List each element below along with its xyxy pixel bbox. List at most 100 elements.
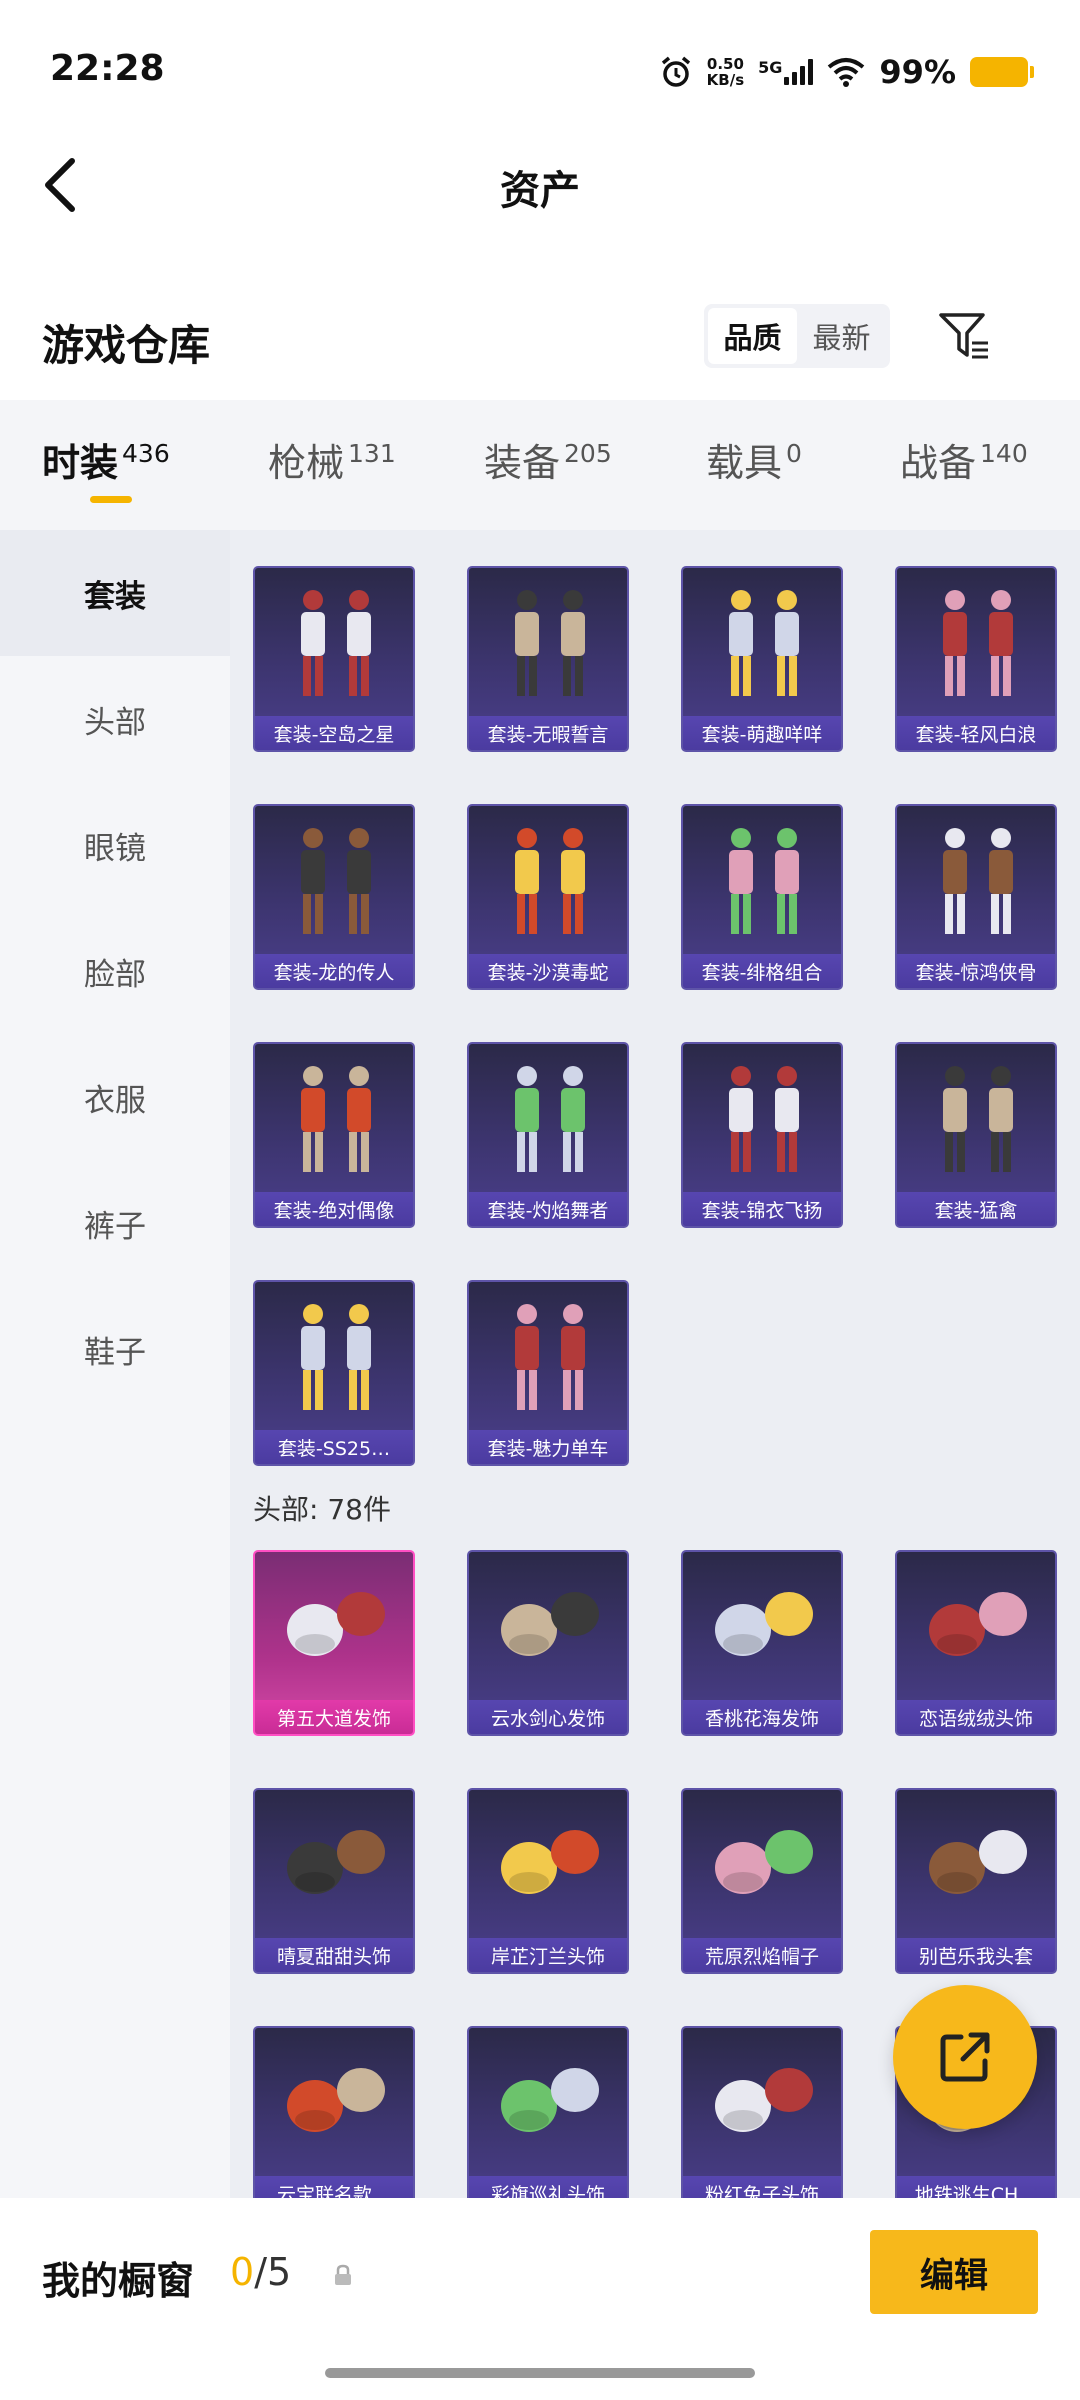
battery-percent: 99% bbox=[879, 53, 956, 91]
set-item-card[interactable]: 套装-魅力单车 bbox=[467, 1280, 629, 1466]
tab-count: 205 bbox=[564, 439, 612, 468]
item-thumbnail bbox=[515, 1304, 585, 1410]
tab-firearms[interactable]: 枪械 131 bbox=[268, 432, 396, 487]
battery-icon bbox=[970, 57, 1034, 87]
sidebar-item-shoes[interactable]: 鞋子 bbox=[0, 1286, 230, 1412]
item-name: 套装-龙的传人 bbox=[255, 954, 413, 988]
sidebar-item-face[interactable]: 脸部 bbox=[0, 908, 230, 1034]
item-thumbnail bbox=[929, 1830, 1027, 1894]
set-item-card[interactable]: 套装-绯格组合 bbox=[681, 804, 843, 990]
section-header: 游戏仓库 品质 最新 bbox=[0, 290, 1080, 390]
bottom-bar: 我的橱窗 0/5 编辑 bbox=[0, 2198, 1080, 2400]
set-item-card[interactable]: 套装-萌趣咩咩 bbox=[681, 566, 843, 752]
head-item-card[interactable]: 岸芷汀兰头饰 bbox=[467, 1788, 629, 1974]
set-item-card[interactable]: 套装-灼焰舞者 bbox=[467, 1042, 629, 1228]
item-name: 云水剑心发饰 bbox=[469, 1700, 627, 1734]
sort-toggle: 品质 最新 bbox=[704, 304, 890, 368]
edit-button[interactable]: 编辑 bbox=[870, 2230, 1038, 2314]
sidebar-item-clothes[interactable]: 衣服 bbox=[0, 1034, 230, 1160]
status-time: 22:28 bbox=[50, 48, 165, 89]
head-item-card[interactable]: 彩旗巡礼头饰 bbox=[467, 2026, 629, 2198]
item-thumbnail bbox=[287, 1592, 385, 1656]
head-item-card[interactable]: 云宝联名款… bbox=[253, 2026, 415, 2198]
sidebar-item-head[interactable]: 头部 bbox=[0, 656, 230, 782]
item-thumbnail bbox=[301, 1304, 371, 1410]
item-thumbnail bbox=[515, 828, 585, 934]
set-item-card[interactable]: 套装-SS25… bbox=[253, 1280, 415, 1466]
tab-supplies[interactable]: 战备 140 bbox=[900, 432, 1028, 487]
item-name: 恋语绒绒头饰 bbox=[897, 1700, 1055, 1734]
alarm-icon bbox=[661, 56, 690, 87]
tab-vehicles[interactable]: 载具 0 bbox=[706, 432, 802, 487]
section-title: 游戏仓库 bbox=[42, 321, 211, 370]
item-name: 套装-锦衣飞扬 bbox=[683, 1192, 841, 1226]
share-button[interactable] bbox=[893, 1985, 1037, 2129]
share-icon bbox=[940, 2032, 990, 2082]
status-bar: 22:28 0.50 KB/s 5G 99% bbox=[0, 0, 1080, 140]
item-name: 套装-空岛之星 bbox=[255, 716, 413, 750]
set-item-card[interactable]: 套装-惊鸿侠骨 bbox=[895, 804, 1057, 990]
filter-button[interactable] bbox=[930, 304, 1000, 368]
item-name: 彩旗巡礼头饰 bbox=[469, 2176, 627, 2198]
sort-quality-button[interactable]: 品质 bbox=[708, 308, 797, 364]
set-item-card[interactable]: 套装-锦衣飞扬 bbox=[681, 1042, 843, 1228]
set-item-card[interactable]: 套装-绝对偶像 bbox=[253, 1042, 415, 1228]
set-item-card[interactable]: 套装-猛禽 bbox=[895, 1042, 1057, 1228]
head-item-card[interactable]: 晴夏甜甜头饰 bbox=[253, 1788, 415, 1974]
tab-count: 436 bbox=[122, 439, 170, 468]
item-name: 云宝联名款… bbox=[255, 2176, 413, 2198]
head-item-card[interactable]: 第五大道发饰 bbox=[253, 1550, 415, 1736]
head-item-card[interactable]: 云水剑心发饰 bbox=[467, 1550, 629, 1736]
item-thumbnail bbox=[515, 590, 585, 696]
active-tab-indicator bbox=[90, 496, 132, 503]
tab-equipment[interactable]: 装备 205 bbox=[484, 432, 612, 487]
item-name: 套装-灼焰舞者 bbox=[469, 1192, 627, 1226]
head-item-card[interactable]: 荒原烈焰帽子 bbox=[681, 1788, 843, 1974]
nav-bar: 资产 bbox=[0, 140, 1080, 240]
head-item-card[interactable]: 恋语绒绒头饰 bbox=[895, 1550, 1057, 1736]
item-thumbnail bbox=[943, 590, 1013, 696]
sidebar: 套装 头部 眼镜 脸部 衣服 裤子 鞋子 bbox=[0, 530, 230, 2198]
head-item-card[interactable]: 粉红兔子头饰 bbox=[681, 2026, 843, 2198]
set-item-card[interactable]: 套装-沙漠毒蛇 bbox=[467, 804, 629, 990]
item-thumbnail bbox=[715, 1830, 813, 1894]
item-thumbnail bbox=[501, 1592, 599, 1656]
network-type: 5G bbox=[758, 58, 783, 77]
net-speed: 0.50 KB/s bbox=[706, 55, 745, 89]
item-name: 套装-沙漠毒蛇 bbox=[469, 954, 627, 988]
showcase-count: 0/5 bbox=[230, 2250, 292, 2294]
item-thumbnail bbox=[301, 590, 371, 696]
home-indicator[interactable] bbox=[325, 2368, 755, 2378]
set-item-card[interactable]: 套装-龙的传人 bbox=[253, 804, 415, 990]
item-name: 套装-SS25… bbox=[255, 1430, 413, 1464]
sidebar-item-glasses[interactable]: 眼镜 bbox=[0, 782, 230, 908]
item-name: 套装-轻风白浪 bbox=[897, 716, 1055, 750]
sidebar-item-pants[interactable]: 裤子 bbox=[0, 1160, 230, 1286]
tab-count: 131 bbox=[348, 439, 396, 468]
tab-count: 140 bbox=[980, 439, 1028, 468]
set-item-card[interactable]: 套装-轻风白浪 bbox=[895, 566, 1057, 752]
tab-fashion[interactable]: 时装 436 bbox=[42, 432, 170, 487]
item-thumbnail bbox=[943, 828, 1013, 934]
item-thumbnail bbox=[729, 590, 799, 696]
set-item-card[interactable]: 套装-空岛之星 bbox=[253, 566, 415, 752]
page-title: 资产 bbox=[500, 168, 580, 214]
item-thumbnail bbox=[715, 1592, 813, 1656]
group-title-head: 头部: 78件 bbox=[253, 1493, 391, 1526]
item-name: 香桃花海发饰 bbox=[683, 1700, 841, 1734]
item-thumbnail bbox=[301, 828, 371, 934]
item-thumbnail bbox=[515, 1066, 585, 1172]
head-item-card[interactable]: 香桃花海发饰 bbox=[681, 1550, 843, 1736]
item-name: 套装-萌趣咩咩 bbox=[683, 716, 841, 750]
set-item-card[interactable]: 套装-无暇誓言 bbox=[467, 566, 629, 752]
item-name: 套装-无暇誓言 bbox=[469, 716, 627, 750]
sidebar-item-sets[interactable]: 套装 bbox=[0, 530, 230, 656]
sort-newest-button[interactable]: 最新 bbox=[797, 308, 886, 364]
head-item-card[interactable]: 别芭乐我头套 bbox=[895, 1788, 1057, 1974]
item-grid: 头部: 78件 套装-空岛之星 套装-无暇誓言 套装-萌趣咩咩 套装-轻风白浪套装-龙… bbox=[230, 530, 1080, 2198]
item-thumbnail bbox=[943, 1066, 1013, 1172]
tab-count: 0 bbox=[786, 439, 802, 468]
item-name: 第五大道发饰 bbox=[255, 1700, 413, 1734]
item-name: 粉红兔子头饰 bbox=[683, 2176, 841, 2198]
item-thumbnail bbox=[301, 1066, 371, 1172]
